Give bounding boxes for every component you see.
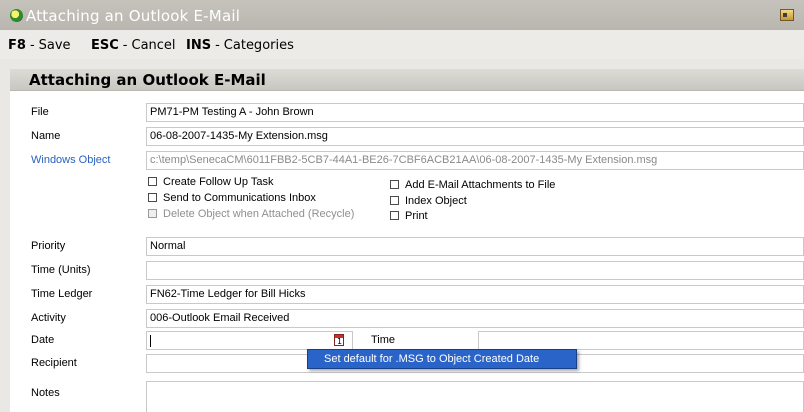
name-label: Name	[31, 130, 61, 142]
save-shortcut[interactable]: F8- Save	[8, 38, 71, 53]
checkbox-box	[390, 180, 399, 189]
checkbox-box	[390, 196, 399, 205]
checkbox-box	[148, 193, 157, 202]
categories-label: Categories	[223, 38, 294, 53]
index-object-checkbox[interactable]: Index Object	[390, 195, 467, 207]
activity-label: Activity	[31, 312, 66, 324]
file-field[interactable]: PM71-PM Testing A - John Brown	[146, 103, 804, 122]
section-header: Attaching an Outlook E-Mail	[10, 69, 804, 91]
time-label: Time	[371, 334, 396, 346]
section-title: Attaching an Outlook E-Mail	[29, 71, 266, 89]
send-to-inbox-label: Send to Communications Inbox	[163, 192, 316, 204]
time-units-label: Time (Units)	[31, 264, 91, 276]
name-field[interactable]: 06-08-2007-1435-My Extension.msg	[146, 127, 804, 146]
delete-object-checkbox: Delete Object when Attached (Recycle)	[148, 208, 354, 220]
print-checkbox[interactable]: Print	[390, 210, 428, 222]
activity-field[interactable]: 006-Outlook Email Received	[146, 309, 804, 328]
application-window: Attaching an Outlook E-Mail F8- Save ESC -…	[0, 0, 804, 412]
checkbox-box	[148, 209, 157, 218]
time-field[interactable]	[478, 331, 804, 350]
context-menu: Set default for .MSG to Object Created D…	[307, 349, 577, 369]
save-key: F8	[8, 38, 26, 53]
date-field[interactable]	[146, 331, 353, 350]
priority-field[interactable]: Normal	[146, 237, 804, 256]
window-title: Attaching an Outlook E-Mail	[26, 7, 241, 25]
notes-label: Notes	[31, 387, 60, 399]
date-label: Date	[31, 334, 55, 346]
time-units-field[interactable]	[146, 261, 804, 280]
checkbox-box	[390, 211, 399, 220]
delete-object-label: Delete Object when Attached (Recycle)	[163, 208, 355, 220]
calendar-button[interactable]	[329, 331, 349, 350]
time-ledger-label: Time Ledger	[31, 288, 93, 300]
categories-key: INS	[186, 38, 212, 53]
file-label: File	[31, 106, 49, 118]
main-area: Attaching an Outlook E-Mail File PM71-PM…	[0, 59, 804, 412]
window-menu-icon[interactable]	[780, 9, 794, 21]
title-bar: Attaching an Outlook E-Mail	[0, 0, 804, 30]
app-logo-icon	[10, 9, 23, 22]
create-follow-up-checkbox[interactable]: Create Follow Up Task	[148, 176, 273, 188]
add-attachments-checkbox[interactable]: Add E-Mail Attachments to File	[390, 179, 555, 191]
index-object-label: Index Object	[405, 195, 467, 207]
save-label: Save	[38, 38, 71, 53]
notes-field[interactable]	[146, 381, 804, 412]
priority-label: Priority	[31, 240, 66, 252]
recipient-label: Recipient	[31, 357, 77, 369]
add-attachments-label: Add E-Mail Attachments to File	[405, 179, 556, 191]
shortcut-toolbar: F8- Save ESC - Cancel INS - Categories	[0, 30, 804, 59]
cancel-shortcut[interactable]: ESC - Cancel	[91, 38, 176, 53]
send-to-inbox-checkbox[interactable]: Send to Communications Inbox	[148, 192, 316, 204]
categories-shortcut[interactable]: INS - Categories	[186, 38, 294, 53]
time-ledger-field[interactable]: FN62-Time Ledger for Bill Hicks	[146, 285, 804, 304]
calendar-icon	[334, 334, 344, 346]
cancel-label: Cancel	[131, 38, 176, 53]
form-panel: Attaching an Outlook E-Mail File PM71-PM…	[10, 69, 804, 412]
checkbox-box	[148, 177, 157, 186]
menu-item-set-default-date[interactable]: Set default for .MSG to Object Created D…	[324, 353, 539, 365]
print-label: Print	[405, 210, 428, 222]
windows-object-field: c:\temp\SenecaCM\6011FBB2-5CB7-44A1-BE26…	[146, 151, 804, 170]
text-caret	[150, 335, 151, 347]
cancel-key: ESC	[91, 38, 119, 53]
windows-object-link[interactable]: Windows Object	[31, 154, 110, 166]
create-follow-up-label: Create Follow Up Task	[163, 176, 274, 188]
